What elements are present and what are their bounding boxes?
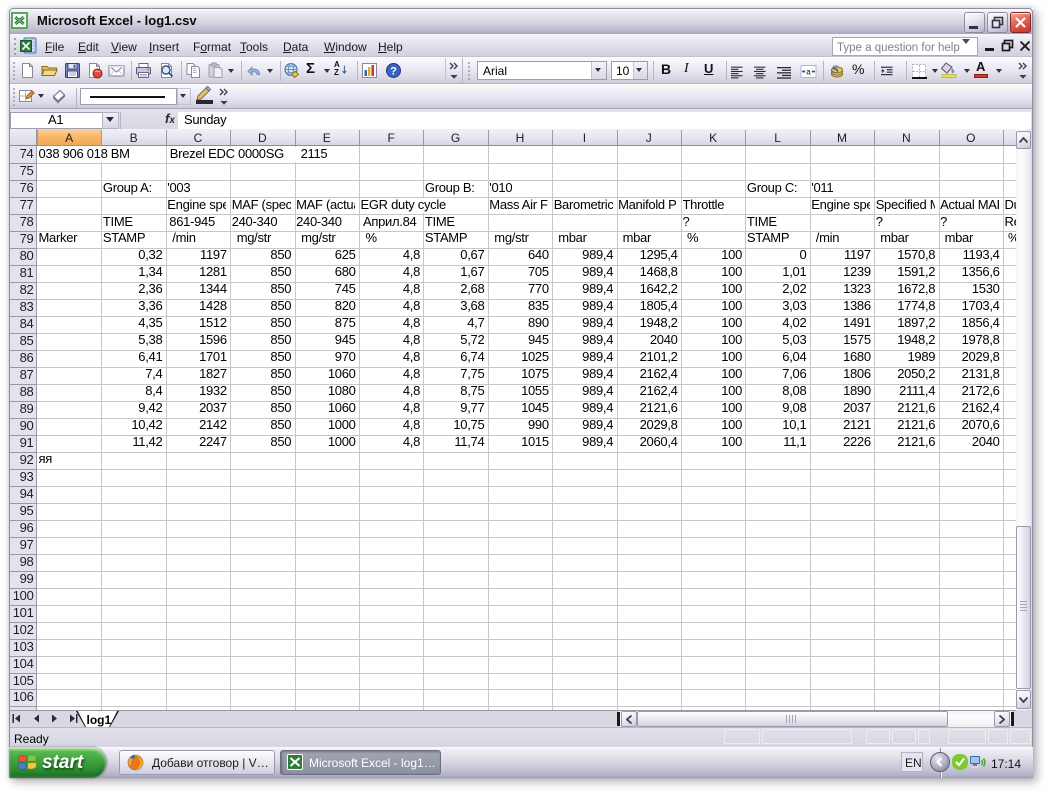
- svg-text:S: S: [832, 62, 839, 76]
- svg-text:?: ?: [390, 66, 397, 78]
- svg-text:a: a: [806, 68, 811, 77]
